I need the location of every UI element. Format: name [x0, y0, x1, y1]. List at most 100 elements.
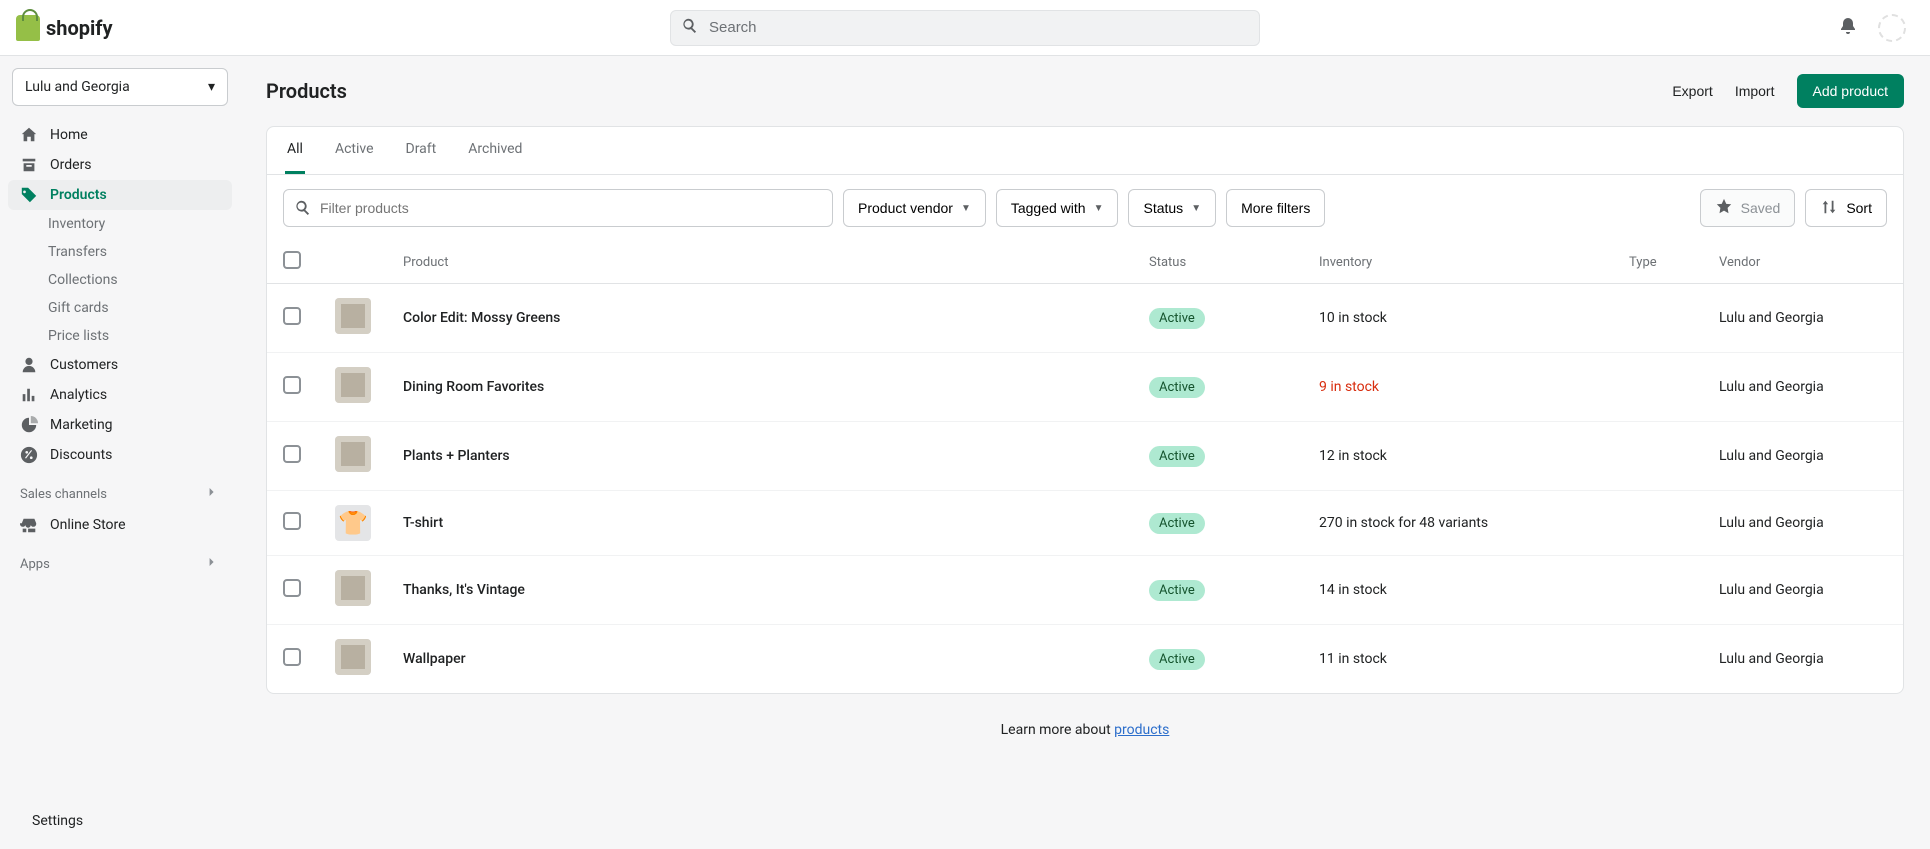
product-name[interactable]: Plants + Planters — [403, 448, 510, 464]
global-search[interactable] — [670, 10, 1260, 46]
sidebar-item-analytics[interactable]: Analytics — [8, 380, 232, 410]
col-status-header[interactable]: Status — [1133, 241, 1303, 284]
row-checkbox[interactable] — [283, 579, 301, 597]
sidebar-item-collections[interactable]: Collections — [8, 266, 232, 294]
add-product-button[interactable]: Add product — [1797, 74, 1905, 108]
sidebar-item-customers[interactable]: Customers — [8, 350, 232, 380]
sidebar-item-home[interactable]: Home — [8, 120, 232, 150]
select-all-checkbox[interactable] — [283, 251, 301, 269]
row-checkbox[interactable] — [283, 307, 301, 325]
sidebar-item-transfers[interactable]: Transfers — [8, 238, 232, 266]
sidebar-item-discounts[interactable]: Discounts — [8, 440, 232, 470]
shopify-logo[interactable]: shopify — [16, 15, 113, 41]
search-input[interactable] — [709, 19, 1249, 36]
nav-label: Collections — [48, 272, 118, 288]
more-filters-button[interactable]: More filters — [1226, 189, 1325, 227]
saved-views-button[interactable]: Saved — [1700, 189, 1796, 227]
sales-channels-heading[interactable]: Sales channels — [8, 470, 232, 510]
table-row[interactable]: Dining Room Favorites Active 9 in stock … — [267, 353, 1903, 422]
home-icon — [20, 126, 38, 144]
product-name[interactable]: Thanks, It's Vintage — [403, 582, 525, 598]
filter-products-search[interactable] — [283, 189, 833, 227]
sidebar-item-price-lists[interactable]: Price lists — [8, 322, 232, 350]
global-search-container — [670, 10, 1260, 46]
row-checkbox[interactable] — [283, 376, 301, 394]
sidebar-item-settings[interactable]: Settings — [8, 805, 232, 837]
inventory-value: 270 in stock for 48 variants — [1319, 515, 1488, 531]
table-row[interactable]: Thanks, It's Vintage Active 14 in stock … — [267, 556, 1903, 625]
nav-label: Home — [50, 127, 88, 143]
filter-vendor-label: Product vendor — [858, 200, 953, 216]
footer-products-link[interactable]: products — [1114, 722, 1169, 738]
chevron-right-icon — [204, 554, 220, 574]
product-name[interactable]: Dining Room Favorites — [403, 379, 544, 395]
store-name: Lulu and Georgia — [25, 79, 130, 95]
marketing-icon — [20, 416, 38, 434]
filter-tagged-button[interactable]: Tagged with▼ — [996, 189, 1119, 227]
status-badge: Active — [1149, 649, 1205, 670]
apps-label: Apps — [20, 557, 50, 572]
sidebar-item-online-store[interactable]: Online Store — [8, 510, 232, 540]
sidebar-item-products[interactable]: Products — [8, 180, 232, 210]
col-product-header[interactable]: Product — [387, 241, 1133, 284]
col-type-header[interactable]: Type — [1613, 241, 1703, 284]
user-menu[interactable] — [1878, 14, 1914, 42]
vendor-value: Lulu and Georgia — [1719, 379, 1824, 395]
col-inventory-header[interactable]: Inventory — [1303, 241, 1613, 284]
product-thumbnail[interactable] — [335, 570, 371, 606]
chevron-right-icon — [204, 484, 220, 504]
product-name[interactable]: Wallpaper — [403, 651, 466, 667]
vendor-value: Lulu and Georgia — [1719, 310, 1824, 326]
table-row[interactable]: Plants + Planters Active 12 in stock Lul… — [267, 422, 1903, 491]
products-card: All Active Draft Archived Product vendor▼ T… — [266, 126, 1904, 694]
import-button[interactable]: Import — [1735, 83, 1775, 99]
product-thumbnail[interactable] — [335, 436, 371, 472]
apps-heading[interactable]: Apps — [8, 540, 232, 580]
page-header: Products Export Import Add product — [266, 74, 1904, 108]
customers-icon — [20, 356, 38, 374]
store-icon — [20, 516, 38, 534]
sort-button[interactable]: Sort — [1805, 189, 1887, 227]
tab-archived[interactable]: Archived — [466, 127, 524, 174]
export-button[interactable]: Export — [1672, 83, 1712, 99]
product-name[interactable]: T-shirt — [403, 515, 443, 531]
table-row[interactable]: Wallpaper Active 11 in stock Lulu and Ge… — [267, 625, 1903, 694]
primary-nav: Home Orders ProductsInventoryTransfers Coll… — [8, 120, 232, 470]
notifications-icon[interactable] — [1838, 16, 1858, 40]
nav-label: Price lists — [48, 328, 109, 344]
product-thumbnail[interactable] — [335, 367, 371, 403]
inventory-value: 9 in stock — [1319, 379, 1379, 395]
store-selector[interactable]: Lulu and Georgia ▾ — [12, 68, 228, 106]
search-icon — [681, 17, 699, 39]
table-row[interactable]: T-shirt Active 270 in stock for 48 varia… — [267, 491, 1903, 556]
row-checkbox[interactable] — [283, 648, 301, 666]
sidebar-item-gift-cards[interactable]: Gift cards — [8, 294, 232, 322]
tab-active[interactable]: Active — [333, 127, 376, 174]
product-name[interactable]: Color Edit: Mossy Greens — [403, 310, 560, 326]
sidebar-item-marketing[interactable]: Marketing — [8, 410, 232, 440]
topbar-right — [1838, 14, 1914, 42]
filter-status-button[interactable]: Status▼ — [1128, 189, 1216, 227]
row-checkbox[interactable] — [283, 512, 301, 530]
product-thumbnail[interactable] — [335, 298, 371, 334]
filter-vendor-button[interactable]: Product vendor▼ — [843, 189, 986, 227]
col-vendor-header[interactable]: Vendor — [1703, 241, 1903, 284]
sidebar-item-inventory[interactable]: Inventory — [8, 210, 232, 238]
analytics-icon — [20, 386, 38, 404]
inventory-value: 10 in stock — [1319, 310, 1387, 326]
filter-products-input[interactable] — [320, 200, 822, 216]
product-thumbnail[interactable] — [335, 639, 371, 675]
table-row[interactable]: Color Edit: Mossy Greens Active 10 in st… — [267, 284, 1903, 353]
nav-label: Orders — [50, 157, 92, 173]
tab-draft[interactable]: Draft — [404, 127, 439, 174]
row-checkbox[interactable] — [283, 445, 301, 463]
sidebar-item-orders[interactable]: Orders — [8, 150, 232, 180]
settings-label: Settings — [32, 813, 83, 829]
sales-channels-label: Sales channels — [20, 487, 107, 502]
tab-all[interactable]: All — [285, 127, 305, 174]
chevron-down-icon: ▾ — [208, 79, 215, 95]
avatar-icon — [1878, 14, 1906, 42]
page-title: Products — [266, 79, 347, 103]
product-thumbnail[interactable] — [335, 505, 371, 541]
star-icon — [1715, 198, 1733, 219]
